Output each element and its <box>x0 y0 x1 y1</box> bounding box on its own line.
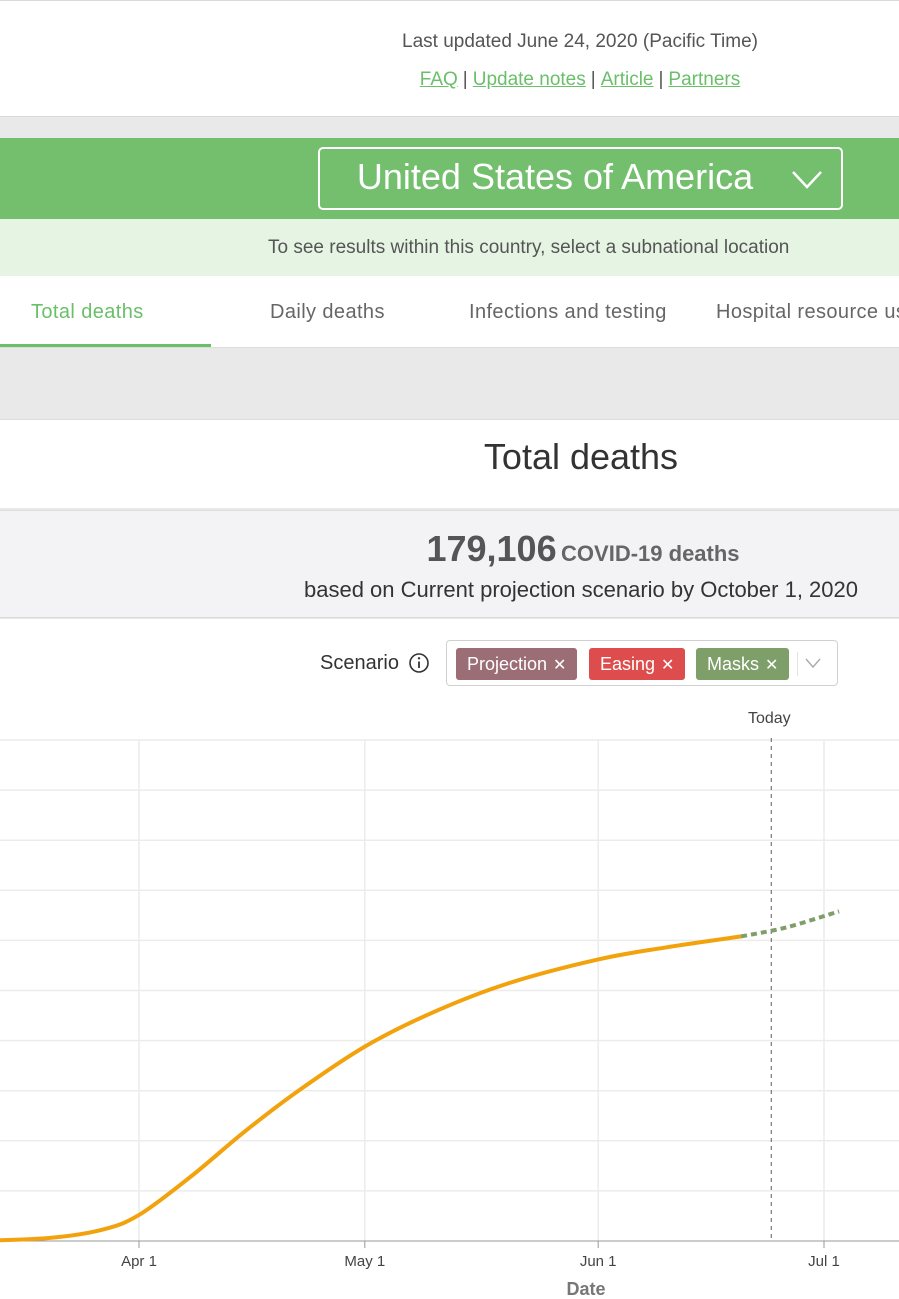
chip-label: Easing <box>600 654 656 674</box>
faq-link[interactable]: FAQ <box>420 69 458 90</box>
location-dropdown-label: United States of America <box>356 156 754 197</box>
tab-bar: Total deaths Daily deaths Infections and… <box>0 276 899 348</box>
death-count: 179,106 <box>426 528 557 569</box>
article-link[interactable]: Article <box>601 69 654 90</box>
top-bar: Last updated June 24, 2020 (Pacific Time… <box>0 0 899 117</box>
x-axis-title: Date <box>566 1279 605 1299</box>
tab-hospital-resource-use[interactable]: Hospital resource use <box>716 276 899 347</box>
tab-daily-deaths[interactable]: Daily deaths <box>270 276 385 347</box>
chip-label: Masks <box>707 654 760 674</box>
divider <box>797 652 798 676</box>
summary-box: 179,106 COVID-19 deaths based on Current… <box>0 510 899 618</box>
chevron-down-icon[interactable] <box>805 656 821 674</box>
scenario-chip-easing[interactable]: Easing ✕ <box>589 648 686 680</box>
update-notes-link[interactable]: Update notes <box>473 69 586 90</box>
panel-title: Total deaths <box>483 436 679 477</box>
scenario-chip-projection[interactable]: Projection ✕ <box>456 648 578 680</box>
chart-area: Apr 1 May 1 Jun 1 Jul 1 Date Today Scenario P… <box>0 619 899 1299</box>
location-dropdown[interactable]: United States of America <box>318 147 843 210</box>
summary-headline: 179,106 COVID-19 deaths <box>0 528 899 570</box>
x-tick-label: Jun 1 <box>580 1253 617 1270</box>
info-icon[interactable] <box>408 652 430 679</box>
x-tick-label: May 1 <box>344 1253 385 1270</box>
tab-total-deaths[interactable]: Total deaths <box>31 276 144 347</box>
partners-link[interactable]: Partners <box>668 69 740 90</box>
today-label: Today <box>748 710 791 727</box>
scenario-multiselect[interactable]: Projection ✕ Easing ✕ Masks ✕ <box>446 640 838 686</box>
tab-infections-and-testing[interactable]: Infections and testing <box>469 276 667 347</box>
link-separator: | <box>658 69 664 90</box>
subnational-hint: To see results within this country, sele… <box>0 219 899 276</box>
x-tick-label: Apr 1 <box>121 1253 157 1270</box>
link-separator: | <box>462 69 468 90</box>
death-count-unit: COVID-19 deaths <box>561 541 740 566</box>
info-links: FAQ | Update notes | Article | Partners <box>350 69 810 91</box>
close-icon[interactable]: ✕ <box>661 657 674 674</box>
panel-header: Total deaths <box>0 419 899 508</box>
chevron-down-icon <box>791 169 823 194</box>
total-deaths-chart: Apr 1 May 1 Jun 1 Jul 1 Date Today <box>0 710 899 1299</box>
location-bar: United States of America <box>0 138 899 219</box>
x-tick-label: Jul 1 <box>808 1253 840 1270</box>
actual-deaths-line <box>0 934 744 1243</box>
close-icon[interactable]: ✕ <box>765 657 778 674</box>
active-tab-indicator <box>0 344 211 347</box>
scenario-label: Scenario <box>320 652 399 674</box>
subnational-hint-text: To see results within this country, sele… <box>268 237 790 258</box>
last-updated-text: Last updated June 24, 2020 (Pacific Time… <box>402 31 758 52</box>
scenario-chip-masks[interactable]: Masks ✕ <box>696 648 790 680</box>
chip-label: Projection <box>467 654 548 674</box>
close-icon[interactable]: ✕ <box>553 657 566 674</box>
link-separator: | <box>590 69 596 90</box>
summary-basis: based on Current projection scenario by … <box>304 577 858 602</box>
